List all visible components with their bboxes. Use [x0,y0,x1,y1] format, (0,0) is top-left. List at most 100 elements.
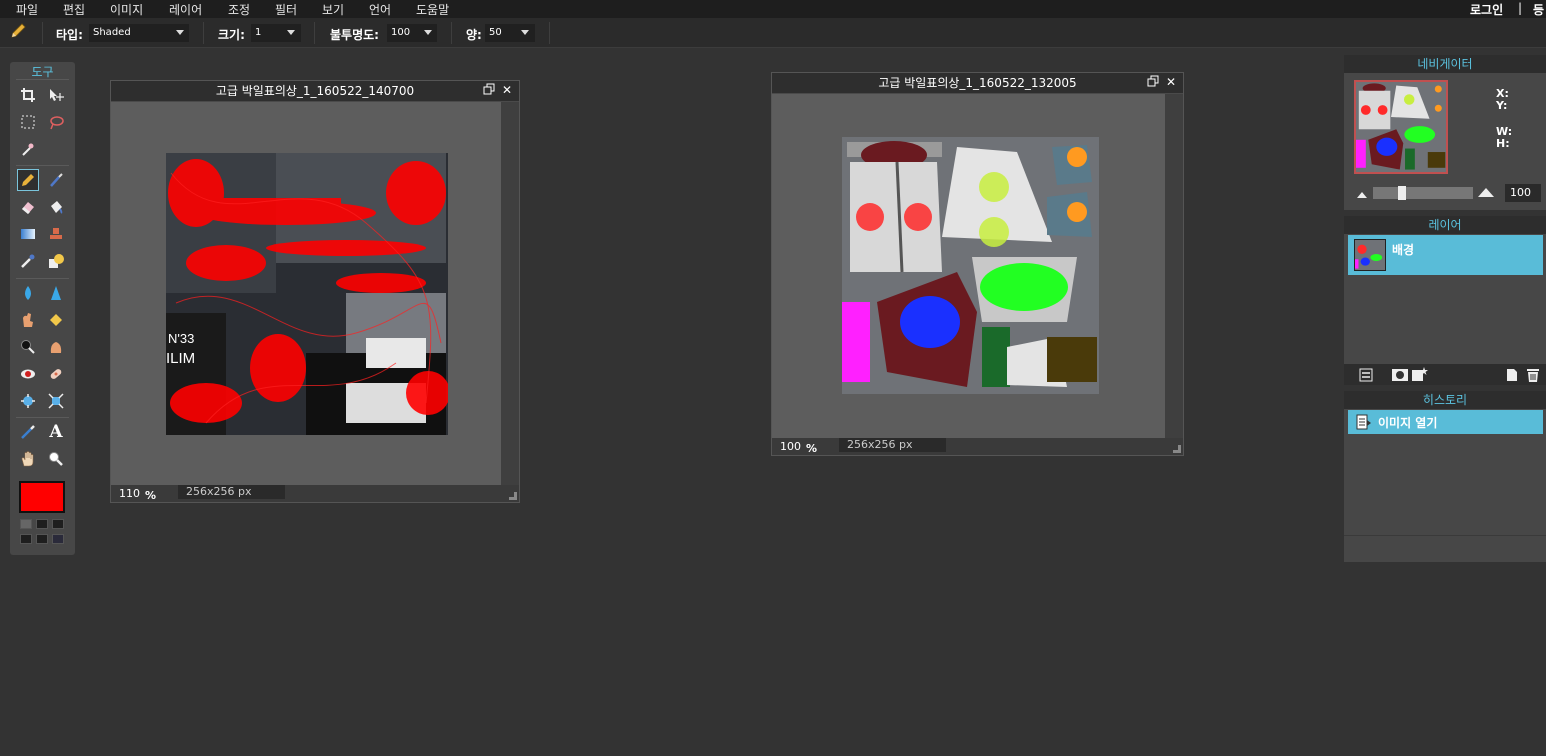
gradient-icon[interactable] [17,223,39,245]
hand-icon[interactable] [17,448,39,470]
zoom-input[interactable]: 100 [1505,184,1541,202]
navigator-thumbnail[interactable] [1354,80,1448,174]
document-title[interactable]: 고급 박일표의상_1_160522_132005 [772,73,1183,93]
status-bar: 110 % 256x256 px [111,485,519,502]
layers-toolbar [1344,364,1546,385]
h-label: H: [1496,137,1510,150]
canvas-area[interactable]: N'33 ILIM [111,102,501,485]
menu-image[interactable]: 이미지 [110,1,143,18]
color-swatch[interactable] [36,534,48,544]
image-dimensions: 256x256 px [178,485,285,499]
color-swatch[interactable] [20,519,32,529]
lasso-icon[interactable] [45,111,67,133]
zoom-icon[interactable] [45,448,67,470]
zoom-out-icon[interactable] [1356,188,1368,202]
move-icon[interactable] [45,84,67,106]
signup-link[interactable]: 등 [1533,1,1544,18]
pencil-icon[interactable] [17,169,39,191]
canvas-area[interactable] [772,94,1165,438]
brush-icon[interactable] [45,169,67,191]
chevron-down-icon[interactable] [424,30,432,35]
blur-icon[interactable] [17,282,39,304]
options-bar: 타입: Shaded 크기: 1 불투명도: 100 양: 50 [0,18,1546,48]
restore-icon[interactable] [1147,75,1159,90]
layer-style-icon[interactable] [1412,367,1428,386]
layer-mask-icon[interactable] [1392,368,1408,385]
close-icon[interactable]: ✕ [1166,75,1176,89]
document-window-2[interactable]: 고급 박일표의상_1_160522_132005 ✕ 100 % 256x256… [771,72,1184,456]
zoom-in-icon[interactable] [1477,186,1495,201]
panel-divider [1344,535,1546,536]
zoom-value[interactable]: 100 [780,440,801,453]
type-label: 타입: [56,28,83,42]
bloat-icon[interactable] [17,390,39,412]
dodge-icon[interactable] [17,336,39,358]
canvas-image[interactable] [842,137,1099,394]
type-select[interactable]: Shaded [89,24,189,42]
color-swatch[interactable] [20,534,32,544]
delete-layer-icon[interactable] [1526,367,1540,385]
sharpen-icon[interactable] [45,282,67,304]
burn-icon[interactable] [45,336,67,358]
menu-separator: | [1518,1,1523,15]
eraser-icon[interactable] [17,196,39,218]
layer-name[interactable]: 배경 [1392,241,1414,258]
zoom-slider-handle[interactable] [1398,186,1406,200]
clone-stamp-icon[interactable] [45,223,67,245]
paint-bucket-icon[interactable] [45,196,67,218]
color-picker-icon[interactable] [17,421,39,443]
y-label: Y: [1496,99,1508,112]
menu-help[interactable]: 도움말 [416,1,449,18]
layer-settings-icon[interactable] [1359,368,1373,385]
new-layer-icon[interactable] [1506,368,1518,385]
color-swatch[interactable] [52,534,64,544]
vertical-scrollbar[interactable] [1165,94,1183,438]
svg-text:ILIM: ILIM [166,350,195,367]
marquee-icon[interactable] [17,111,39,133]
close-icon[interactable]: ✕ [502,83,512,97]
document-window-1[interactable]: 고급 박일표의상_1_160522_140700 ✕ N'33 ILIM 110… [110,80,520,503]
navigator-panel: 네비게이터 X: Y: W: H: 100 [1344,55,1546,210]
layer-thumbnail [1354,239,1386,271]
sponge-icon[interactable] [45,309,67,331]
navigator-title: 네비게이터 [1344,55,1546,73]
shape-icon[interactable] [45,250,67,272]
chevron-down-icon[interactable] [521,30,529,35]
restore-icon[interactable] [483,83,495,98]
magic-wand-icon[interactable] [17,138,39,160]
menu-language[interactable]: 언어 [369,1,391,18]
chevron-down-icon[interactable] [176,30,184,35]
menu-file[interactable]: 파일 [16,1,38,18]
opacity-label: 불투명도: [330,28,379,42]
crop-icon[interactable] [17,84,39,106]
color-swatch[interactable] [36,519,48,529]
foreground-color-swatch[interactable] [19,481,65,513]
canvas-image[interactable]: N'33 ILIM [166,153,448,435]
zoom-value[interactable]: 110 [119,487,140,500]
history-item-label[interactable]: 이미지 열기 [1378,414,1437,431]
type-icon[interactable]: A [45,421,67,443]
pinch-icon[interactable] [45,390,67,412]
vertical-scrollbar[interactable] [501,102,519,485]
red-eye-icon[interactable] [17,363,39,385]
resize-grip-icon[interactable] [509,492,517,500]
document-title[interactable]: 고급 박일표의상_1_160522_140700 [111,81,519,101]
smudge-icon[interactable] [17,309,39,331]
spot-heal-icon[interactable] [45,363,67,385]
history-row[interactable]: 이미지 열기 [1348,410,1543,434]
menu-layer[interactable]: 레이어 [169,1,202,18]
chevron-down-icon[interactable] [287,30,295,35]
toolbox-title: 도구 [31,65,54,79]
menu-view[interactable]: 보기 [322,1,344,18]
login-link[interactable]: 로그인 [1470,1,1503,18]
menu-edit[interactable]: 편집 [63,1,85,18]
pencil-icon [9,22,27,43]
color-swatch[interactable] [52,519,64,529]
layer-row[interactable]: 배경 [1348,235,1543,275]
zoom-percent: % [806,442,818,455]
resize-grip-icon[interactable] [1173,445,1181,453]
menu-filter[interactable]: 필터 [275,1,297,18]
zoom-slider[interactable] [1373,186,1473,200]
color-replace-icon[interactable] [17,250,39,272]
menu-adjust[interactable]: 조정 [228,1,250,18]
